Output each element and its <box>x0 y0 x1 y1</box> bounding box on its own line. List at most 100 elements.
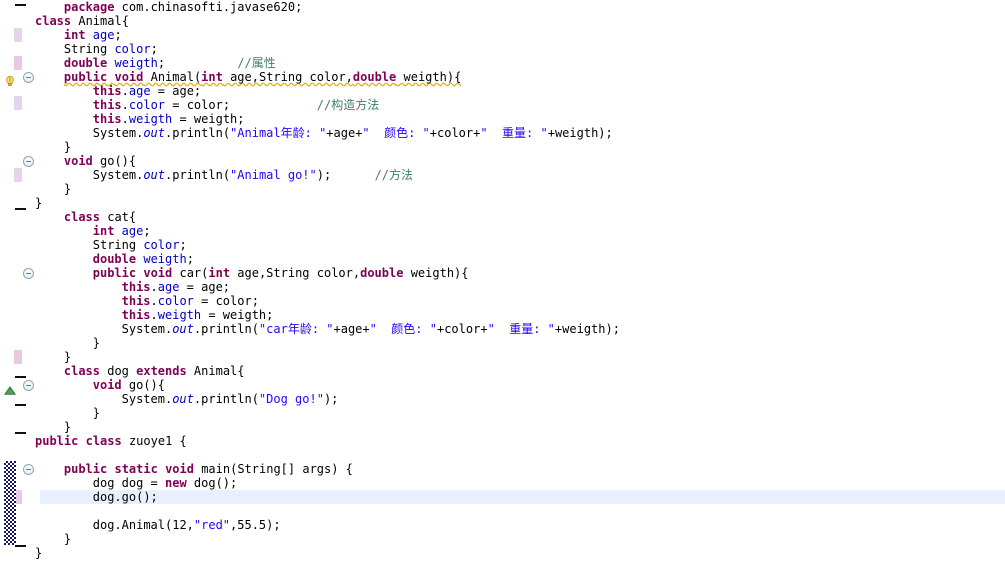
code-token-kw: class <box>85 434 122 448</box>
code-token-plain: . <box>150 280 158 294</box>
code-line[interactable]: } <box>35 546 42 560</box>
code-token-plain: ; <box>150 42 158 56</box>
code-line[interactable]: void go(){ <box>64 154 136 168</box>
code-token-plain: ; <box>157 56 166 70</box>
fold-minus-icon[interactable] <box>23 156 34 167</box>
code-line[interactable]: System.out.println("Animal go!"); //方法 <box>93 168 413 182</box>
code-token-plain: } <box>92 336 100 350</box>
code-line[interactable]: package com.chinasofti.javase620; <box>64 0 302 14</box>
code-token-kw: void <box>114 70 144 84</box>
override-icon[interactable] <box>4 380 16 395</box>
code-token-plain: ; <box>143 224 151 238</box>
code-line[interactable]: } <box>64 532 71 546</box>
code-line[interactable]: int age; <box>93 224 151 238</box>
code-token-plain: +weigth); <box>547 126 613 140</box>
code-token-fld: color <box>114 42 151 56</box>
code-token-plain: ,55.5); <box>230 518 281 532</box>
code-token-fld: age <box>157 280 180 294</box>
code-token-str: "Dog go!" <box>258 392 324 406</box>
code-token-kw: this <box>121 280 151 294</box>
code-line[interactable]: String color; <box>64 42 158 56</box>
code-line[interactable]: } <box>93 336 100 350</box>
code-token-kw: void <box>165 462 194 476</box>
code-line[interactable]: this.age = age; <box>122 280 230 294</box>
fold-minus-icon[interactable] <box>23 268 34 279</box>
code-token-kw: double <box>92 252 137 266</box>
code-line[interactable]: String color; <box>93 238 187 252</box>
code-line[interactable]: public class zuoye1 { <box>35 434 187 448</box>
code-line[interactable]: dog.Animal(12,"red",55.5); <box>93 518 281 532</box>
code-line[interactable]: public static void main(String[] args) { <box>64 462 353 476</box>
code-token-plain: } <box>35 546 43 560</box>
code-token-plain: .println( <box>165 126 231 140</box>
code-line[interactable]: System.out.println("Animal年龄: "+age+" 颜色… <box>93 126 613 140</box>
code-token-plain: . <box>150 308 158 322</box>
fold-minus-icon[interactable] <box>23 72 34 83</box>
code-token-kw: void <box>92 378 122 392</box>
code-token-plain: weigth){ <box>396 70 462 84</box>
gutter-selection-block[interactable] <box>4 461 16 545</box>
code-line[interactable]: public void Animal(int age,String color,… <box>64 70 461 84</box>
code-line[interactable]: void go(){ <box>93 378 165 392</box>
code-line[interactable]: } <box>93 406 100 420</box>
code-line[interactable]: int age; <box>64 28 122 42</box>
collapse-dash <box>15 404 26 406</box>
code-editor[interactable]: package com.chinasofti.javase620; class A… <box>0 0 1005 573</box>
fold-minus-icon[interactable] <box>23 380 34 391</box>
code-line[interactable]: System.out.println("Dog go!"); <box>122 392 339 406</box>
code-token-plain: = color; <box>193 294 259 308</box>
code-line[interactable]: class cat{ <box>64 210 136 224</box>
code-token-fld: age <box>92 28 115 42</box>
code-token-fld: color <box>157 294 194 308</box>
fold-minus-icon[interactable] <box>23 464 34 475</box>
code-token-plain: String <box>63 42 115 56</box>
code-token-plain: = weigth; <box>172 112 245 126</box>
editor-gutter[interactable] <box>0 0 40 573</box>
code-token-plain: .println( <box>193 392 259 406</box>
code-line[interactable]: this.weigth = weigth; <box>122 308 274 322</box>
code-token-fld: weigth <box>128 112 173 126</box>
code-token-plain: .println( <box>165 168 231 182</box>
code-line[interactable]: } <box>64 182 71 196</box>
code-line[interactable]: public void car(int age,String color,dou… <box>93 266 469 280</box>
code-token-plain: . <box>121 84 129 98</box>
code-line[interactable]: this.color = color; <box>122 294 259 308</box>
code-token-plain: zuoye1 { <box>121 434 187 448</box>
code-token-str: "red" <box>193 518 231 532</box>
code-token-plain: age,String color, <box>230 266 361 280</box>
code-line[interactable]: } <box>35 196 42 210</box>
code-line[interactable]: this.age = age; <box>93 84 201 98</box>
code-token-plain: System. <box>92 168 144 182</box>
code-line[interactable]: dog.go(); <box>93 490 158 504</box>
code-token-kw: void <box>63 154 93 168</box>
code-line[interactable]: this.weigth = weigth; <box>93 112 245 126</box>
code-line[interactable]: class dog extends Animal{ <box>64 364 245 378</box>
code-token-plain: go(){ <box>92 154 137 168</box>
code-token-kw: this <box>92 112 122 126</box>
code-line[interactable]: } <box>64 140 71 154</box>
code-token-plain: } <box>63 420 72 434</box>
collapse-dash <box>15 376 26 378</box>
code-token-cmt: //构造方法 <box>316 98 380 112</box>
code-line[interactable]: } <box>64 350 71 364</box>
code-token-plain: +age+ <box>333 322 370 336</box>
code-line[interactable]: double weigth; //属性 <box>64 56 276 70</box>
code-line[interactable]: double weigth; <box>93 252 194 266</box>
code-line[interactable]: dog dog = new dog(); <box>93 476 238 490</box>
code-token-kw: public <box>63 462 108 476</box>
code-token-plain: ); <box>316 168 332 182</box>
warning-icon[interactable] <box>4 72 16 86</box>
gutter-change-bar <box>14 56 22 70</box>
code-token-fld: weigth <box>157 308 202 322</box>
code-token-kw: double <box>360 266 404 280</box>
code-line[interactable]: System.out.println("car年龄: "+age+" 颜色: "… <box>122 322 620 336</box>
code-line[interactable]: class Animal{ <box>35 14 129 28</box>
code-line[interactable]: } <box>64 420 71 434</box>
code-token-plain: . <box>150 294 158 308</box>
code-line[interactable]: this.color = color; //构造方法 <box>93 98 379 112</box>
